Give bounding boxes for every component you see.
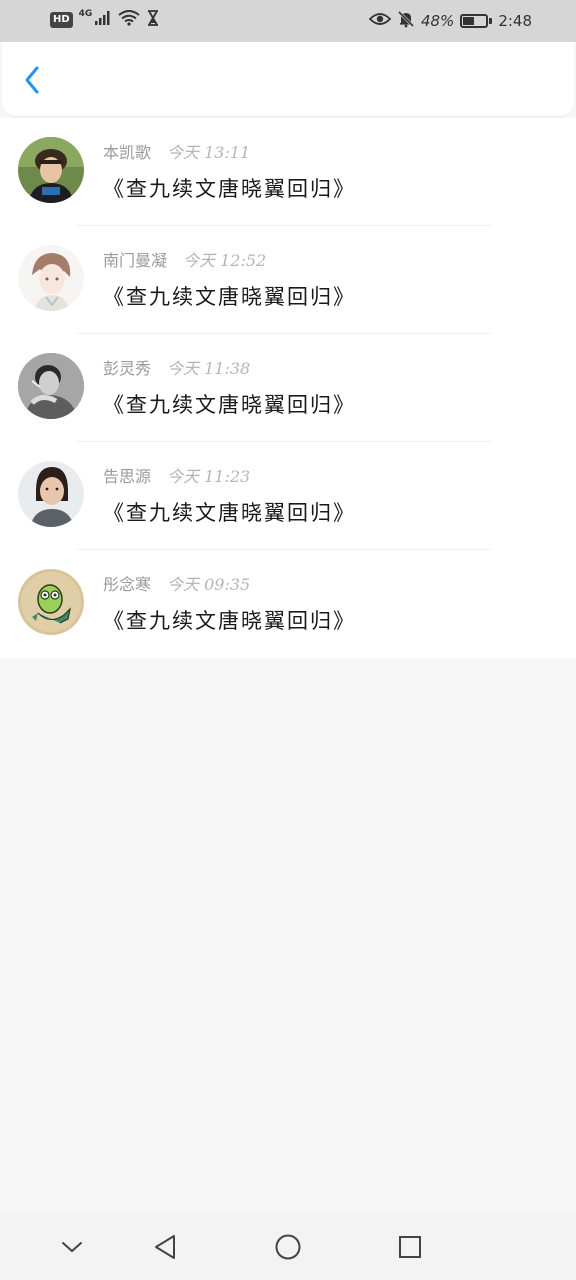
list-item[interactable]: 告思源 今天 11:23 《查九续文唐晓翼回归》 (0, 442, 576, 550)
avatar (18, 245, 84, 311)
home-button[interactable] (273, 1232, 303, 1262)
status-right: 48% 2:48 (368, 10, 532, 32)
status-left: HD 4G (50, 9, 160, 30)
message-content: 《查九续文唐晓翼回归》 (103, 285, 356, 309)
message-content: 《查九续文唐晓翼回归》 (103, 609, 356, 633)
message-time: 今天 11:38 (167, 359, 251, 378)
message-content: 《查九续文唐晓翼回归》 (103, 501, 356, 525)
battery-icon (460, 14, 493, 28)
recents-square-icon (399, 1236, 421, 1258)
list-item[interactable]: 本凯歌 今天 13:11 《查九续文唐晓翼回归》 (0, 118, 576, 226)
battery-fill (463, 17, 474, 25)
sender-name: 彭灵秀 (103, 359, 152, 378)
message-time: 今天 13:11 (167, 143, 251, 162)
bell-off-icon (397, 10, 415, 32)
message-meta: 彭灵秀 今天 11:38 (103, 355, 250, 379)
message-meta: 南门曼凝 今天 12:52 (103, 247, 266, 271)
battery-percent: 48% (420, 12, 455, 30)
status-bar: HD 4G 48% 2:48 (0, 0, 576, 42)
message-list: 本凯歌 今天 13:11 《查九续文唐晓翼回归》 南门曼凝 今天 12:52 《查九… (0, 118, 576, 658)
message-time: 今天 11:23 (167, 467, 251, 486)
wifi-icon (118, 10, 140, 30)
message-time: 今天 09:35 (167, 575, 251, 594)
chevron-left-icon (25, 66, 39, 94)
list-item[interactable]: 南门曼凝 今天 12:52 《查九续文唐晓翼回归》 (0, 226, 576, 334)
back-button[interactable] (18, 66, 46, 94)
list-item[interactable]: 彤念寒 今天 09:35 《查九续文唐晓翼回归》 (0, 550, 576, 658)
chevron-down-button[interactable] (57, 1232, 87, 1262)
app-header (2, 42, 574, 116)
message-meta: 彤念寒 今天 09:35 (103, 571, 250, 595)
list-item[interactable]: 彭灵秀 今天 11:38 《查九续文唐晓翼回归》 (0, 334, 576, 442)
back-nav-button[interactable] (150, 1232, 180, 1262)
sender-name: 南门曼凝 (103, 251, 168, 270)
signal-icon (94, 10, 112, 30)
avatar (18, 461, 84, 527)
back-triangle-icon (155, 1235, 175, 1259)
chevron-down-icon (62, 1242, 82, 1253)
avatar (18, 137, 84, 203)
avatar (18, 569, 84, 635)
navigation-bar (0, 1212, 576, 1280)
eye-icon (368, 11, 392, 31)
network-type: 4G (78, 9, 93, 19)
avatar (18, 353, 84, 419)
sender-name: 本凯歌 (103, 143, 152, 162)
recents-button[interactable] (395, 1232, 425, 1262)
clock: 2:48 (498, 12, 532, 30)
message-meta: 本凯歌 今天 13:11 (103, 139, 250, 163)
message-content: 《查九续文唐晓翼回归》 (103, 393, 356, 417)
home-circle-icon (275, 1234, 301, 1260)
hd-badge: HD (50, 12, 73, 28)
sender-name: 彤念寒 (103, 575, 152, 594)
message-meta: 告思源 今天 11:23 (103, 463, 250, 487)
message-time: 今天 12:52 (183, 251, 267, 270)
hourglass-icon (146, 10, 160, 30)
sender-name: 告思源 (103, 467, 152, 486)
message-content: 《查九续文唐晓翼回归》 (103, 177, 356, 201)
